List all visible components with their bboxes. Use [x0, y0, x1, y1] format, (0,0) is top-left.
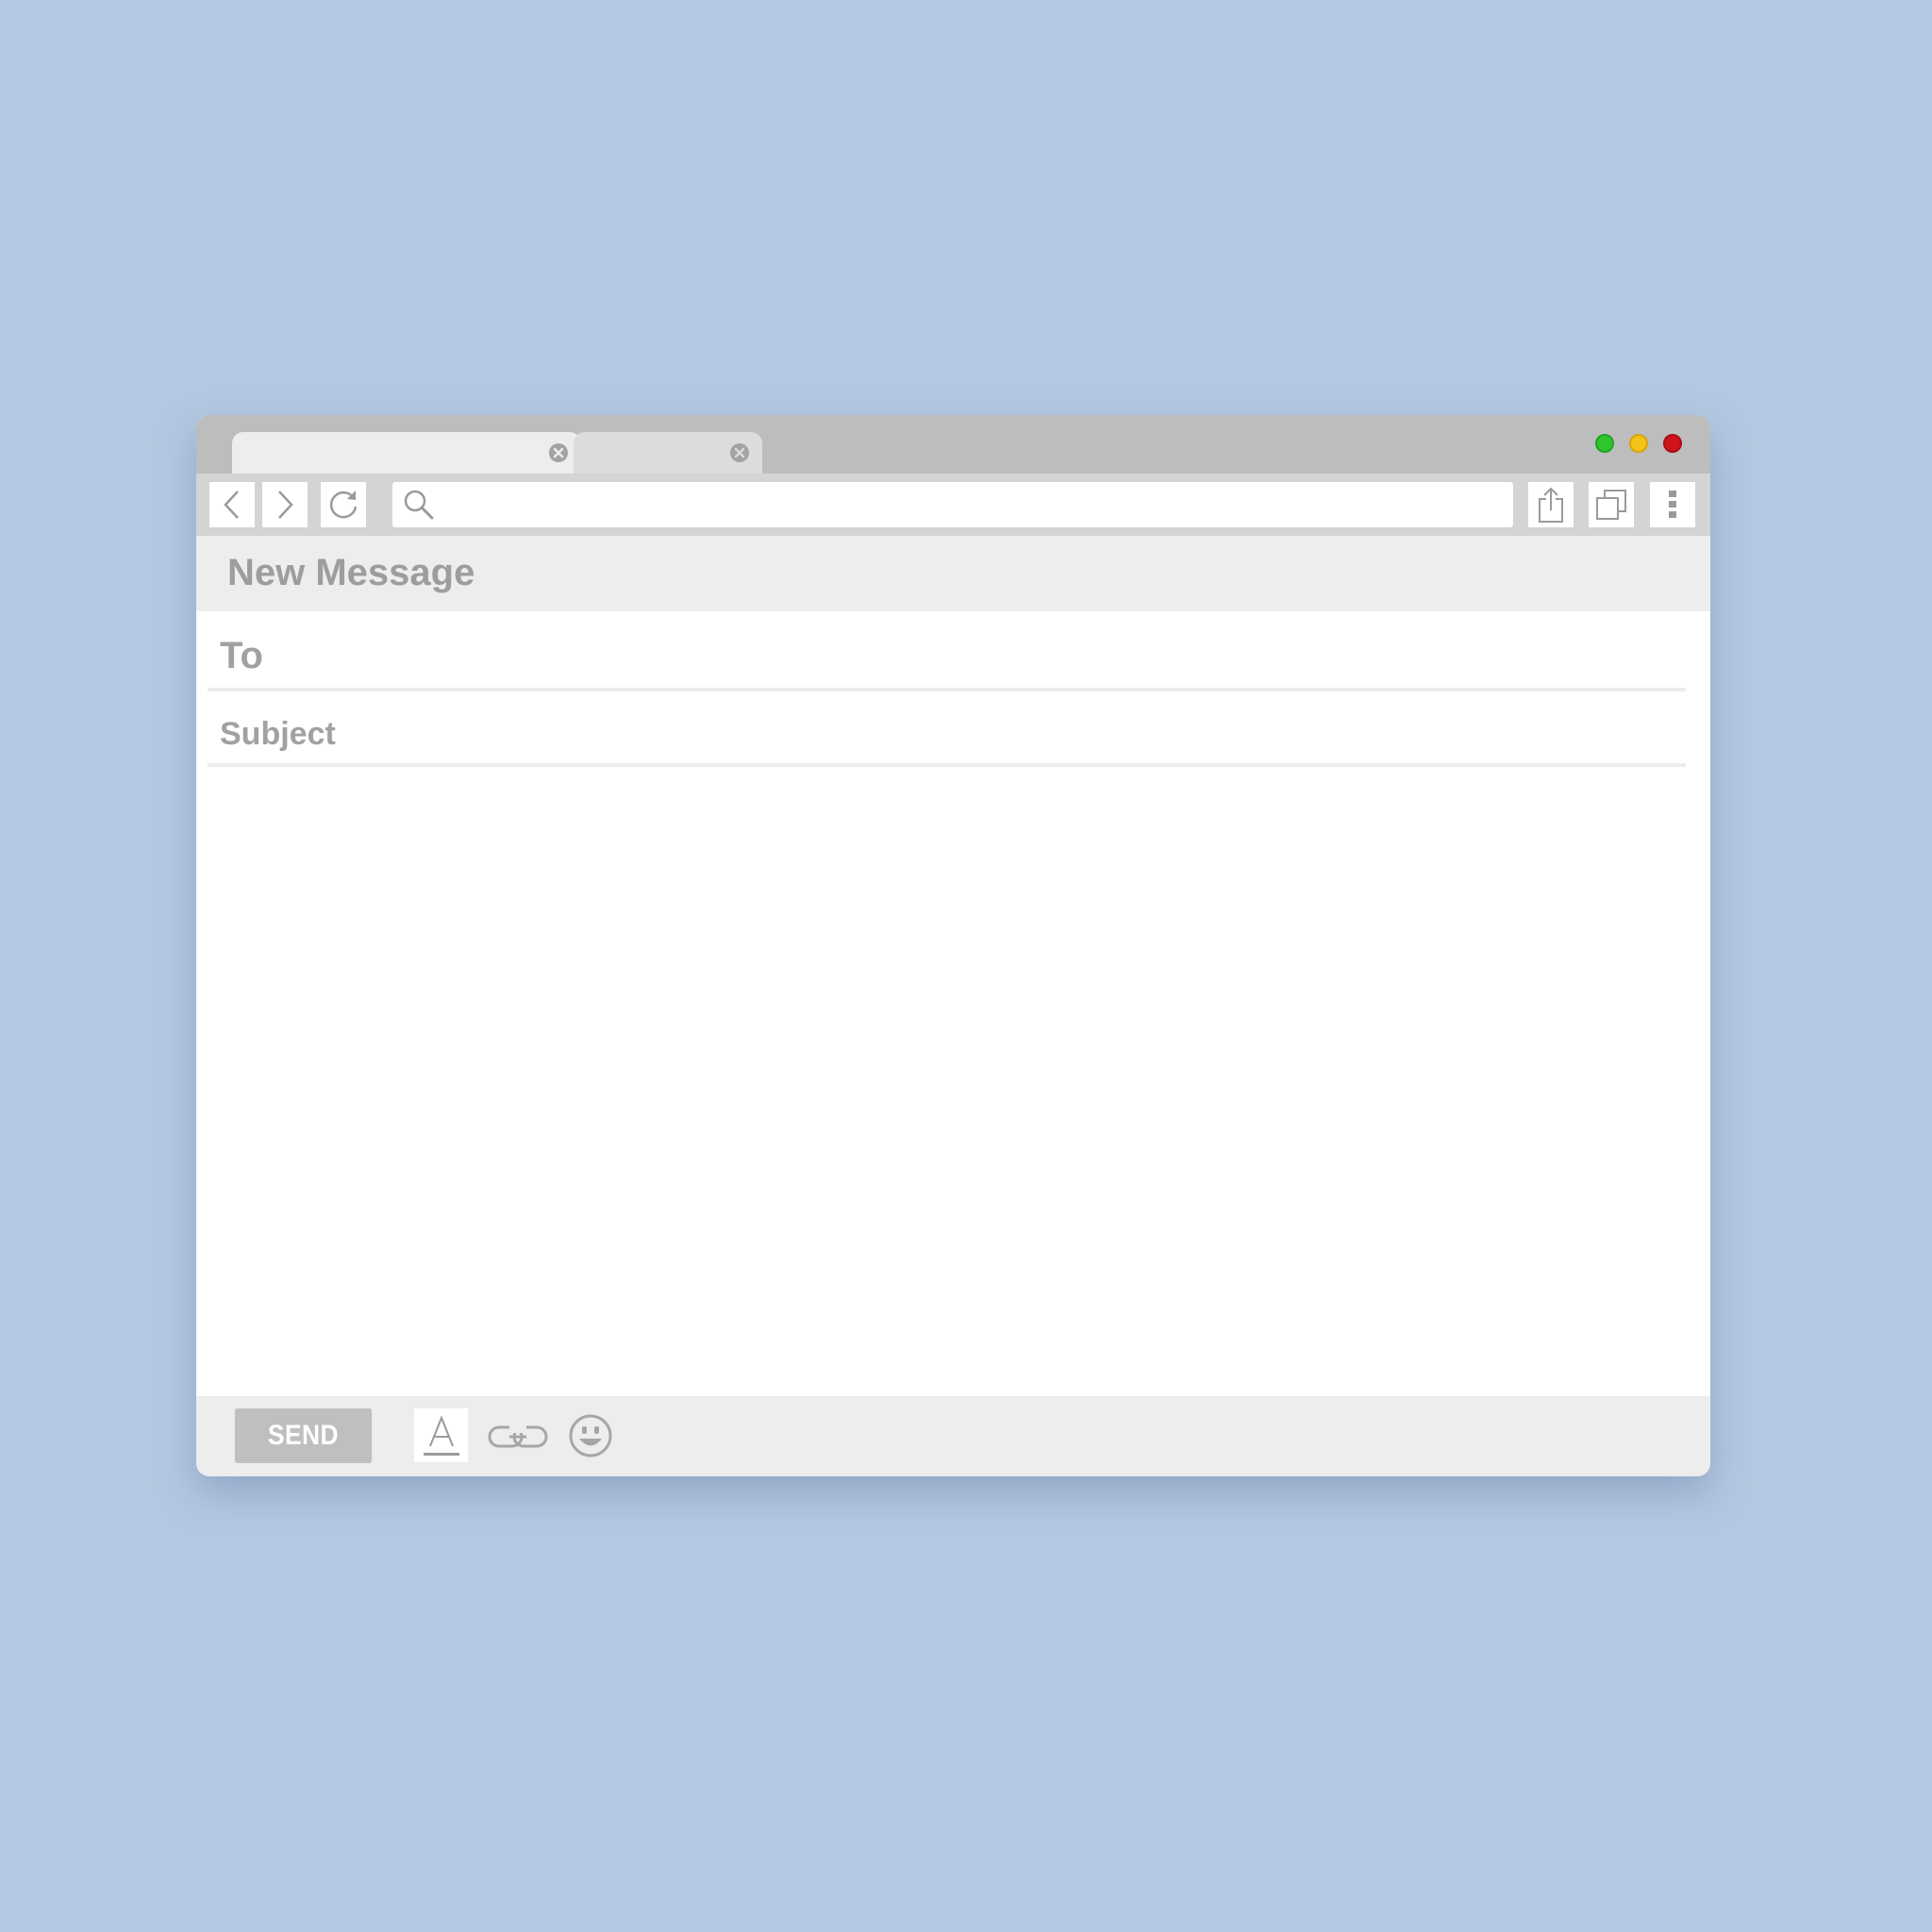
close-tab-icon[interactable] [548, 442, 569, 463]
text-format-icon [423, 1414, 459, 1456]
compose-footer: SEND [196, 1396, 1710, 1476]
address-bar[interactable] [392, 482, 1513, 527]
subject-field[interactable]: Subject [208, 697, 1686, 767]
tab-inactive[interactable] [574, 432, 762, 474]
page-title: New Message [227, 552, 475, 593]
emoji-icon [569, 1414, 612, 1457]
message-body-input[interactable] [208, 764, 1690, 1372]
share-icon [1539, 487, 1563, 523]
insert-link-button[interactable] [485, 1413, 551, 1460]
forward-arrow-icon [278, 491, 293, 519]
duplicate-window-button[interactable] [1589, 482, 1634, 527]
message-header: New Message [196, 536, 1710, 611]
to-input[interactable] [321, 631, 1645, 680]
red-dot-icon[interactable] [1663, 434, 1682, 453]
reload-button[interactable] [321, 482, 366, 527]
emoji-button[interactable] [566, 1411, 615, 1460]
message-body[interactable] [208, 764, 1690, 1372]
duplicate-window-icon [1596, 490, 1626, 520]
title-bar [196, 415, 1710, 474]
back-arrow-icon [224, 491, 239, 519]
back-button[interactable] [209, 482, 255, 527]
menu-button[interactable] [1650, 482, 1695, 527]
tab-active[interactable] [232, 432, 581, 474]
send-button[interactable]: SEND [234, 1408, 373, 1463]
navigation-bar [196, 474, 1710, 536]
yellow-dot-icon[interactable] [1629, 434, 1648, 453]
close-tab-icon[interactable] [729, 442, 750, 463]
green-dot-icon[interactable] [1595, 434, 1614, 453]
search-icon [404, 490, 434, 520]
forward-button[interactable] [262, 482, 308, 527]
to-label: To [220, 635, 263, 676]
text-format-button[interactable] [414, 1408, 468, 1462]
share-button[interactable] [1528, 482, 1574, 527]
link-icon [488, 1425, 548, 1448]
reload-icon [329, 491, 358, 519]
mail-compose-window: New Message To Subject SEND [196, 415, 1710, 1476]
to-field[interactable]: To [208, 622, 1686, 691]
subject-input[interactable] [349, 707, 1655, 756]
address-input[interactable] [443, 485, 1513, 525]
more-vertical-icon [1669, 491, 1676, 518]
subject-label: Subject [220, 716, 336, 752]
